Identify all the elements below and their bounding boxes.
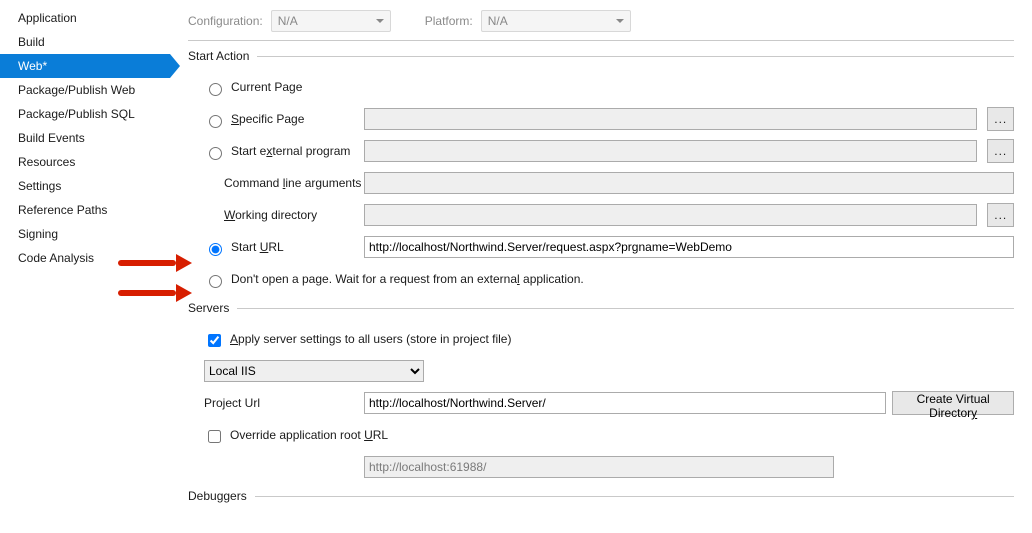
label-specific-page: Specific Page: [231, 112, 304, 126]
servers-form: Apply server settings to all users (stor…: [188, 325, 1014, 481]
label-dont-open: Don't open a page. Wait for a request fr…: [231, 272, 584, 286]
input-specific-page[interactable]: [364, 108, 977, 130]
input-external-program[interactable]: [364, 140, 977, 162]
start-action-form: Current Page Specific Page ... Start ext…: [188, 73, 1014, 293]
sidebar-item-reference-paths[interactable]: Reference Paths: [0, 198, 170, 222]
sidebar-item-label: Build: [18, 35, 45, 49]
input-working-dir[interactable]: [364, 204, 977, 226]
sidebar-item-label: Package/Publish SQL: [18, 107, 135, 121]
label-start-url: Start URL: [231, 240, 284, 254]
configuration-value: N/A: [278, 14, 298, 28]
main-panel: Configuration: N/A Platform: N/A Start A…: [170, 0, 1032, 533]
sidebar-item-label: Signing: [18, 227, 58, 241]
radio-current-page[interactable]: [209, 83, 222, 96]
section-rule: [255, 496, 1014, 497]
divider: [188, 40, 1014, 41]
section-title: Debuggers: [188, 489, 247, 503]
sidebar-item-label: Application: [18, 11, 77, 25]
ellipsis-icon: ...: [994, 208, 1007, 222]
sidebar-item-label: Package/Publish Web: [18, 83, 135, 97]
sidebar-item-label: Build Events: [18, 131, 85, 145]
create-virtual-directory-button[interactable]: Create Virtual Directory: [892, 391, 1014, 415]
input-start-url[interactable]: [364, 236, 1014, 258]
radio-start-url[interactable]: [209, 243, 222, 256]
radio-dont-open[interactable]: [209, 275, 222, 288]
platform-combo[interactable]: N/A: [481, 10, 631, 32]
radio-external-program[interactable]: [209, 147, 222, 160]
label-cmd-args: Command line arguments: [224, 176, 361, 190]
sidebar-item-settings[interactable]: Settings: [0, 174, 170, 198]
sidebar-item-package-publish-sql[interactable]: Package/Publish SQL: [0, 102, 170, 126]
section-title: Start Action: [188, 49, 249, 63]
section-header-debuggers: Debuggers: [188, 489, 1014, 503]
platform-label: Platform:: [425, 14, 473, 28]
sidebar-item-resources[interactable]: Resources: [0, 150, 170, 174]
ellipsis-icon: ...: [994, 144, 1007, 158]
config-row: Configuration: N/A Platform: N/A: [188, 10, 1014, 40]
label-project-url: Project Url: [204, 396, 260, 410]
configuration-combo[interactable]: N/A: [271, 10, 391, 32]
chevron-down-icon: [376, 19, 384, 23]
section-rule: [257, 56, 1014, 57]
sidebar-item-label: Reference Paths: [18, 203, 107, 217]
sidebar-item-label: Web*: [18, 59, 47, 73]
annotation-arrow: [118, 284, 192, 302]
sidebar-item-application[interactable]: Application: [0, 6, 170, 30]
section-header-start-action: Start Action: [188, 49, 1014, 63]
browse-external-program-button[interactable]: ...: [987, 139, 1014, 163]
label-override-root: Override application root URL: [230, 428, 388, 442]
server-select[interactable]: Local IIS: [204, 360, 424, 382]
input-project-url[interactable]: [364, 392, 886, 414]
sidebar-item-label: Code Analysis: [18, 251, 94, 265]
annotation-arrow: [118, 254, 192, 272]
section-rule: [237, 308, 1014, 309]
sidebar-item-web[interactable]: Web*: [0, 54, 170, 78]
label-working-dir: Working directory: [224, 208, 317, 222]
sidebar-item-label: Settings: [18, 179, 61, 193]
sidebar-item-signing[interactable]: Signing: [0, 222, 170, 246]
label-apply-settings: Apply server settings to all users (stor…: [230, 332, 511, 346]
section-title: Servers: [188, 301, 229, 315]
sidebar-item-package-publish-web[interactable]: Package/Publish Web: [0, 78, 170, 102]
check-apply-settings[interactable]: [208, 334, 221, 347]
sidebar-item-build-events[interactable]: Build Events: [0, 126, 170, 150]
chevron-down-icon: [616, 19, 624, 23]
platform-value: N/A: [488, 14, 508, 28]
ellipsis-icon: ...: [994, 112, 1007, 126]
browse-working-dir-button[interactable]: ...: [987, 203, 1014, 227]
label-current-page: Current Page: [231, 80, 302, 94]
configuration-label: Configuration:: [188, 14, 263, 28]
check-override-root[interactable]: [208, 430, 221, 443]
radio-specific-page[interactable]: [209, 115, 222, 128]
input-override-root[interactable]: [364, 456, 834, 478]
sidebar-item-label: Resources: [18, 155, 75, 169]
label-external-program: Start external program: [231, 144, 350, 158]
input-cmd-args[interactable]: [364, 172, 1014, 194]
browse-specific-page-button[interactable]: ...: [987, 107, 1014, 131]
section-header-servers: Servers: [188, 301, 1014, 315]
sidebar-item-build[interactable]: Build: [0, 30, 170, 54]
